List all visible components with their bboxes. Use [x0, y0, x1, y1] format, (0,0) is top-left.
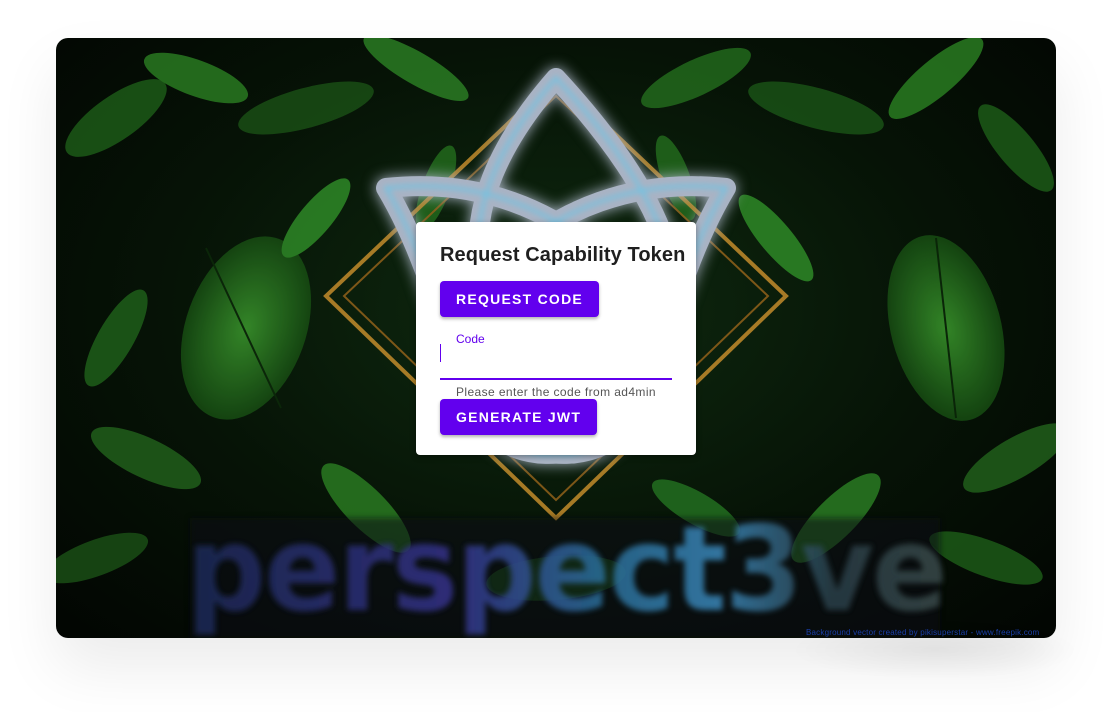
code-input[interactable] — [440, 348, 670, 374]
code-field-label: Code — [456, 332, 485, 346]
code-field-helper-text: Please enter the code from ad4min — [456, 385, 656, 399]
background-credit-link[interactable]: Background vector created by pikisuperst… — [806, 628, 1039, 637]
page: perspect3ve Request Capability Token REQ… — [0, 0, 1112, 712]
card-title: Request Capability Token — [440, 244, 686, 266]
capability-token-card: Request Capability Token REQUEST CODE Co… — [416, 222, 696, 455]
code-field[interactable]: Code — [440, 328, 672, 380]
request-code-button[interactable]: REQUEST CODE — [440, 281, 600, 317]
generate-jwt-button[interactable]: GENERATE JWT — [440, 399, 598, 435]
wordmark: perspect3ve — [186, 500, 946, 638]
